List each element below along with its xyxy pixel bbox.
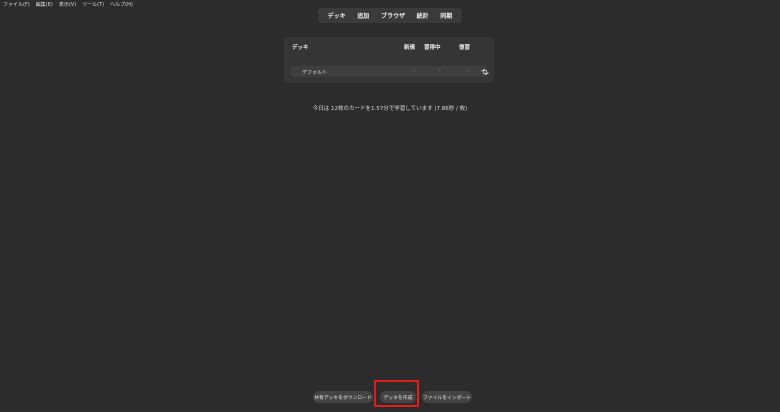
deck-row-default[interactable]: デフォルト 0 0 0 bbox=[290, 66, 489, 77]
toolbar-add[interactable]: 追加 bbox=[355, 9, 371, 22]
menu-edit[interactable]: 編集(E) bbox=[36, 1, 53, 8]
deck-table-header: デッキ 新規 習得中 復習 bbox=[284, 43, 494, 53]
import-file-button[interactable]: ファイルをインポート bbox=[422, 391, 472, 403]
main-toolbar: デッキ 追加 ブラウザ 統計 同期 bbox=[318, 8, 462, 23]
deck-review-count: 0 bbox=[466, 69, 469, 74]
deck-list-panel: デッキ 新規 習得中 復習 デフォルト 0 0 0 bbox=[284, 37, 494, 83]
study-stats-text: 今日は 12枚のカードを1.57分で学習しています (7.86秒 / 枚) bbox=[312, 106, 468, 112]
anki-main-window: ファイル(F) 編集(E) 表示(V) ツール(T) ヘルプ(H) デッキ 追加… bbox=[0, 0, 780, 412]
deck-learning-count: 0 bbox=[438, 69, 441, 74]
menu-tools[interactable]: ツール(T) bbox=[82, 1, 104, 8]
header-deck: デッキ bbox=[292, 45, 309, 51]
menu-file[interactable]: ファイル(F) bbox=[3, 1, 30, 8]
toolbar-stats[interactable]: 統計 bbox=[415, 9, 431, 22]
get-shared-button[interactable]: 共有デッキをダウンロード bbox=[313, 391, 373, 403]
deck-name[interactable]: デフォルト bbox=[302, 69, 327, 76]
menu-bar: ファイル(F) 編集(E) 表示(V) ツール(T) ヘルプ(H) bbox=[0, 0, 133, 9]
header-new: 新規 bbox=[404, 45, 416, 51]
menu-view[interactable]: 表示(V) bbox=[59, 1, 76, 8]
gear-icon[interactable] bbox=[481, 68, 489, 76]
toolbar-decks[interactable]: デッキ bbox=[326, 9, 348, 22]
menu-help[interactable]: ヘルプ(H) bbox=[110, 1, 133, 8]
deck-new-count: 0 bbox=[412, 69, 415, 74]
header-review: 復習 bbox=[459, 45, 471, 51]
toolbar-sync[interactable]: 同期 bbox=[438, 9, 454, 22]
toolbar-browse[interactable]: ブラウザ bbox=[379, 9, 407, 22]
header-learning: 習得中 bbox=[424, 45, 441, 51]
highlight-annotation-box bbox=[374, 380, 419, 407]
